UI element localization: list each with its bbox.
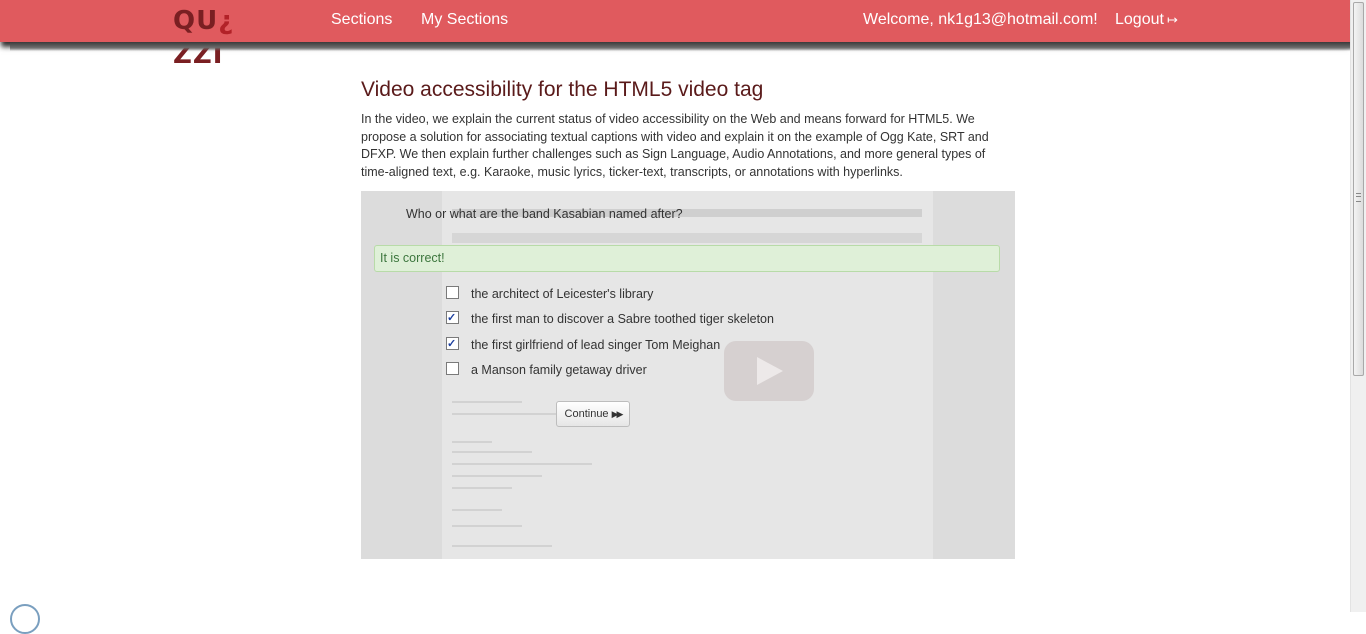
video-description: In the video, we explain the current sta… [361,112,989,179]
answer-label: the first girlfriend of lead singer Tom … [471,338,721,352]
nav-sections-link[interactable]: Sections [331,10,392,30]
video-ghost-line [452,509,502,511]
video-ghost-line [452,475,542,477]
answer-checkbox[interactable] [446,335,459,353]
page-title: Video accessibility for the HTML5 video … [361,78,764,101]
scrollbar-grip-icon [1356,193,1361,202]
answer-checkbox[interactable] [446,362,459,375]
continue-button[interactable]: Continue ▶▶ [556,401,630,427]
corner-badge-icon[interactable] [10,604,40,634]
answer-label: a Manson family getaway driver [471,363,647,377]
continue-label: Continue [564,408,609,420]
answer-checkbox[interactable] [446,286,459,299]
video-ghost-line [452,487,512,489]
scrollbar-thumb[interactable] [1353,2,1364,376]
video-ghost-line [452,525,522,527]
correct-answer-alert: It is correct! [374,245,1000,272]
answer-option[interactable]: the architect of Leicester's library [446,285,653,303]
answer-label: the first man to discover a Sabre toothe… [471,312,774,326]
fast-forward-icon: ▶▶ [611,409,624,419]
answer-option[interactable]: the first girlfriend of lead singer Tom … [446,335,721,354]
play-button-icon[interactable] [724,341,814,401]
answer-checkbox[interactable] [446,309,459,327]
video-ghost-line [452,401,522,403]
video-ghost-line [452,463,592,465]
quiz-question: Who or what are the band Kasabian named … [406,207,683,221]
welcome-message: Welcome, nk1g13@hotmail.com! [863,11,1098,28]
answer-option[interactable]: the first man to discover a Sabre toothe… [446,309,774,328]
logout-label: Logout [1115,11,1164,28]
answer-option[interactable]: a Manson family getaway driver [446,361,647,379]
sign-out-icon: ↦ [1166,12,1178,27]
logout-link[interactable]: Logout ↦ [1115,10,1178,30]
answer-label: the architect of Leicester's library [471,287,654,301]
video-ghost-line [452,545,552,547]
video-ghost-line [452,451,532,453]
video-ghost-line [452,413,562,415]
video-ghost-line [452,233,922,243]
page-scrollbar[interactable] [1350,0,1366,612]
nav-my-sections-link[interactable]: My Sections [421,10,508,30]
video-ghost-line [452,441,492,443]
top-navbar: QU¿ZZI Sections My Sections Welcome, nk1… [0,0,1350,70]
quizzi-logo[interactable]: QU¿ZZI [173,4,283,70]
